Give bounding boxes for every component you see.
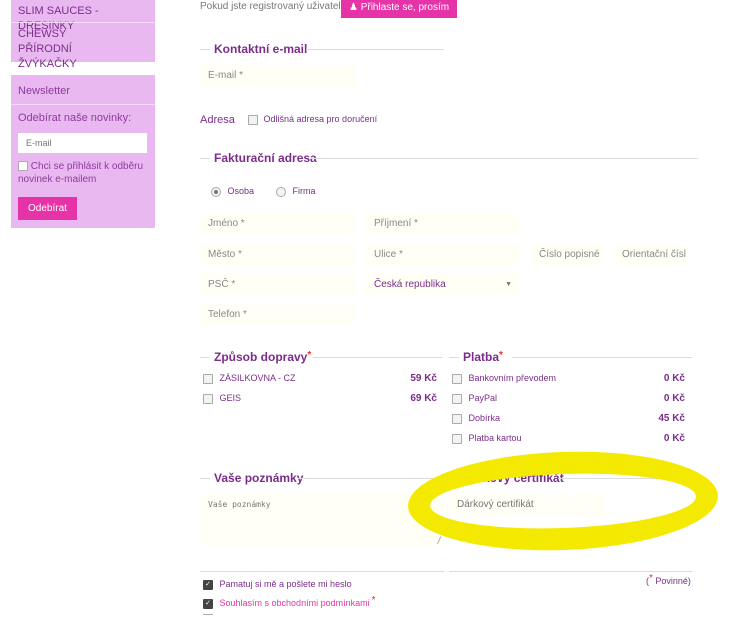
payment-option-label: Dobírka	[468, 413, 501, 423]
payment-option-label: Platba kartou	[468, 433, 522, 443]
shipping-option-price: 69 Kč	[410, 393, 437, 404]
newsletter-subscribe-label: Odebírat naše novinky:	[18, 112, 132, 124]
contact-email-field[interactable]: E-mail *	[200, 65, 356, 87]
payment-option-price: 0 Kč	[663, 433, 685, 444]
payment-option-label: PayPal	[468, 393, 498, 403]
street-field[interactable]: Ulice *	[366, 244, 520, 266]
payment-required-mark: *	[499, 350, 503, 361]
different-delivery-label: Odlišná adresa pro doručení	[263, 114, 378, 124]
payment-option-bank-transfer[interactable]: Bankovním převodem	[452, 373, 556, 384]
shipping-required-mark: *	[307, 350, 312, 361]
first-name-field[interactable]: Jméno *	[200, 213, 356, 235]
terms-required-mark: *	[371, 595, 376, 606]
resize-handle-icon[interactable]: ∕	[437, 536, 442, 546]
required-note-mark: *	[649, 573, 653, 584]
radio-person-option[interactable]: Osoba	[211, 186, 254, 197]
country-select[interactable]: Česká republika ▼	[366, 274, 520, 296]
shipping-option-price: 59 Kč	[410, 373, 437, 384]
remember-me-checkbox[interactable]	[203, 579, 213, 590]
dropdown-arrow-icon: ▼	[505, 281, 512, 288]
notes-legend-line-right	[298, 478, 444, 479]
payment-option-checkbox[interactable]	[452, 393, 462, 404]
contact-legend: Kontaktní e-mail	[214, 42, 308, 56]
newsletter-email-input[interactable]	[18, 133, 147, 153]
orientation-number-field[interactable]: Orientační číslo	[614, 244, 686, 266]
newsletter-consent-checkbox[interactable]	[18, 161, 28, 172]
notes-bottom-line	[200, 571, 444, 572]
notes-legend: Vaše poznámky	[214, 471, 304, 485]
payment-legend-line-left	[449, 357, 459, 358]
gift-bottom-line	[449, 571, 692, 572]
phone-field[interactable]: Telefon *	[200, 304, 356, 326]
payment-option-price: 45 Kč	[658, 413, 685, 424]
payment-option-paypal[interactable]: PayPal	[452, 393, 497, 404]
remember-me-option[interactable]: Pamatuj si mě a pošlete mi heslo	[203, 579, 352, 590]
payment-option-price: 0 Kč	[663, 393, 685, 404]
payment-option-label: Bankovním převodem	[468, 373, 557, 383]
login-button-label: Přihlaste se, prosím	[360, 2, 450, 13]
remember-me-label: Pamatuj si mě a pošlete mi heslo	[219, 579, 352, 589]
notes-legend-line-left	[200, 478, 210, 479]
newsletter-title: Newsletter	[18, 85, 70, 97]
shipping-legend-line-left	[200, 357, 210, 358]
payment-legend-line-right	[512, 357, 692, 358]
different-delivery-checkbox[interactable]	[248, 114, 258, 125]
house-number-field[interactable]: Číslo popisné	[531, 244, 603, 266]
payment-option-checkbox[interactable]	[452, 373, 462, 384]
shipping-option-checkbox[interactable]	[203, 393, 213, 404]
shipping-option-geis[interactable]: GEIS	[203, 393, 241, 404]
shipping-legend-text: Způsob dopravy	[214, 350, 308, 364]
shipping-legend-line-right	[313, 357, 443, 358]
different-delivery-option[interactable]: Odlišná adresa pro doručení	[248, 114, 377, 125]
payment-option-card[interactable]: Platba kartou	[452, 433, 522, 444]
notes-placeholder: Vaše poznámky	[208, 500, 271, 509]
user-icon: ♟	[348, 2, 358, 13]
last-name-field[interactable]: Příjmení *	[366, 213, 520, 235]
radio-person-label: Osoba	[227, 186, 255, 196]
radio-company-label: Firma	[292, 186, 316, 196]
login-button[interactable]: ♟ Přihlaste se, prosím	[341, 0, 457, 18]
contact-legend-line-left	[200, 49, 210, 50]
address-label: Adresa	[200, 114, 235, 126]
newsletter-consent-label: Chci se přihlásit k odběru novinek e-mai…	[18, 161, 144, 185]
newsletter-consent[interactable]: Chci se přihlásit k odběru novinek e-mai…	[18, 160, 152, 186]
newsletter-subscribe-button[interactable]: Odebírat	[18, 197, 77, 220]
payment-option-price: 0 Kč	[663, 373, 685, 384]
contact-legend-line-right	[306, 49, 444, 50]
required-note: (* Povinné)	[646, 573, 691, 587]
shipping-option-zasilkovna[interactable]: ZÁSILKOVNA - CZ	[203, 373, 296, 384]
country-select-value: Česká republika	[374, 279, 446, 290]
radio-person[interactable]	[211, 186, 221, 197]
terms-checkbox[interactable]	[203, 598, 213, 609]
payment-option-checkbox[interactable]	[452, 433, 462, 444]
shipping-option-label: ZÁSILKOVNA - CZ	[219, 373, 296, 383]
yellow-highlight-annotation	[406, 446, 720, 556]
payment-option-cod[interactable]: Dobírka	[452, 413, 500, 424]
city-field[interactable]: Město *	[200, 244, 356, 266]
radio-company[interactable]	[276, 186, 286, 197]
login-prompt: Pokud jste registrovaný uživatel,	[200, 1, 344, 12]
billing-legend: Fakturační adresa	[214, 151, 317, 165]
payment-option-checkbox[interactable]	[452, 413, 462, 424]
newsletter-divider	[11, 104, 155, 105]
sidebar-divider	[11, 22, 155, 23]
radio-company-option[interactable]: Firma	[276, 186, 316, 197]
terms-option[interactable]: Souhlasím s obchodními podmínkami*	[203, 595, 376, 609]
terms-label: Souhlasím s obchodními podmínkami	[219, 598, 370, 608]
next-checkbox-partial	[203, 614, 213, 619]
shipping-option-checkbox[interactable]	[203, 373, 213, 384]
required-note-text: Povinné)	[652, 576, 691, 586]
shipping-legend: Způsob dopravy*	[214, 350, 311, 364]
shipping-option-label: GEIS	[219, 393, 242, 403]
billing-legend-line-left	[200, 158, 210, 159]
payment-legend: Platba*	[463, 350, 503, 364]
zip-field[interactable]: PSČ *	[200, 274, 356, 296]
sidebar-link-chewsy[interactable]: CHEWSY PŘÍRODNÍ ŽVÝKAČKY	[18, 27, 118, 72]
payment-legend-text: Platba	[463, 350, 500, 364]
billing-legend-line-right	[310, 158, 698, 159]
